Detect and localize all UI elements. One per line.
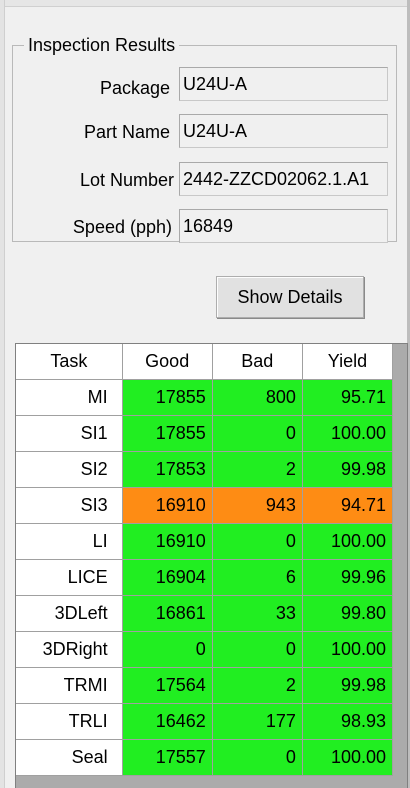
cell-bad: 0 [212, 415, 303, 452]
cell-task: SI1 [16, 415, 123, 452]
cell-yield: 100.00 [302, 631, 394, 668]
cell-good: 17855 [122, 379, 213, 416]
cell-yield: 99.96 [302, 559, 394, 596]
cell-yield: 100.00 [302, 739, 394, 776]
panel-top-edge [0, 0, 410, 7]
cell-yield: 99.98 [302, 667, 394, 704]
speed-field: 16849 [179, 209, 388, 243]
table-row[interactable]: 3DLeft 16861 33 99.80 [16, 595, 394, 632]
inspection-grid[interactable]: Task Good Bad Yield MI 17855 800 95.71 S… [15, 343, 408, 788]
cell-bad: 0 [212, 739, 303, 776]
table-row[interactable]: LI 16910 0 100.00 [16, 523, 394, 560]
header-task[interactable]: Task [16, 344, 123, 380]
cell-task: Seal [16, 739, 123, 776]
header-bad[interactable]: Bad [212, 344, 303, 380]
table-row[interactable]: TRLI 16462 177 98.93 [16, 703, 394, 740]
cell-task: TRLI [16, 703, 123, 740]
cell-bad: 2 [212, 451, 303, 488]
table-row[interactable]: SI1 17855 0 100.00 [16, 415, 394, 452]
cell-bad: 943 [212, 487, 303, 524]
cell-good: 17855 [122, 415, 213, 452]
cell-good: 16462 [122, 703, 213, 740]
cell-task: SI3 [16, 487, 123, 524]
cell-yield: 99.98 [302, 451, 394, 488]
cell-task: LICE [16, 559, 123, 596]
show-details-button[interactable]: Show Details [216, 276, 364, 318]
header-yield[interactable]: Yield [302, 344, 394, 380]
cell-task: TRMI [16, 667, 123, 704]
panel-left-edge [0, 0, 5, 788]
cell-bad: 0 [212, 631, 303, 668]
cell-yield: 94.71 [302, 487, 394, 524]
cell-good: 16910 [122, 523, 213, 560]
table-header-row: Task Good Bad Yield [16, 344, 394, 380]
cell-yield: 98.93 [302, 703, 394, 740]
cell-bad: 800 [212, 379, 303, 416]
table-row[interactable]: SI2 17853 2 99.98 [16, 451, 394, 488]
cell-bad: 177 [212, 703, 303, 740]
cell-good: 17853 [122, 451, 213, 488]
cell-yield: 95.71 [302, 379, 394, 416]
inspection-table: Task Good Bad Yield MI 17855 800 95.71 S… [16, 344, 394, 776]
cell-good: 17564 [122, 667, 213, 704]
lot-number-label: Lot Number [79, 170, 174, 190]
table-row[interactable]: Seal 17557 0 100.00 [16, 739, 394, 776]
cell-task: 3DRight [16, 631, 123, 668]
cell-bad: 6 [212, 559, 303, 596]
cell-yield: 100.00 [302, 415, 394, 452]
cell-good: 17557 [122, 739, 213, 776]
cell-good: 16861 [122, 595, 213, 632]
cell-bad: 2 [212, 667, 303, 704]
table-row[interactable]: MI 17855 800 95.71 [16, 379, 394, 416]
cell-good: 16910 [122, 487, 213, 524]
table-row[interactable]: TRMI 17564 2 99.98 [16, 667, 394, 704]
table-row[interactable]: SI3 16910 943 94.71 [16, 487, 394, 524]
header-good[interactable]: Good [122, 344, 213, 380]
table-row[interactable]: LICE 16904 6 99.96 [16, 559, 394, 596]
part-name-label: Part Name [83, 122, 170, 142]
package-field: U24U-A [179, 67, 388, 101]
lot-number-field: 2442-ZZCD02062.1.A1 [179, 162, 388, 196]
cell-task: 3DLeft [16, 595, 123, 632]
cell-task: LI [16, 523, 123, 560]
cell-good: 0 [122, 631, 213, 668]
table-row[interactable]: 3DRight 0 0 100.00 [16, 631, 394, 668]
cell-task: SI2 [16, 451, 123, 488]
part-name-field: U24U-A [179, 114, 388, 148]
speed-label: Speed (pph) [72, 217, 172, 237]
cell-good: 16904 [122, 559, 213, 596]
cell-yield: 99.80 [302, 595, 394, 632]
cell-bad: 0 [212, 523, 303, 560]
package-label: Package [99, 78, 170, 98]
cell-task: MI [16, 379, 123, 416]
cell-bad: 33 [212, 595, 303, 632]
cell-yield: 100.00 [302, 523, 394, 560]
inspection-results-title: Inspection Results [24, 35, 180, 55]
